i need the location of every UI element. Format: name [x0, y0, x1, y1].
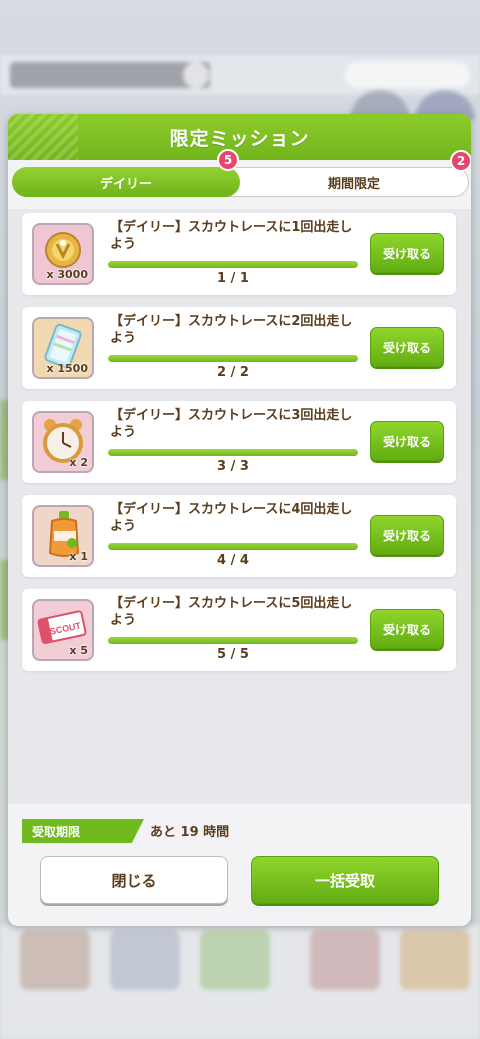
progress-fill	[108, 543, 358, 550]
tab-daily-label: デイリー	[99, 176, 152, 192]
background-tile	[20, 930, 90, 990]
claim-button[interactable]: 受け取る	[370, 421, 444, 461]
mission-progress-bar	[108, 543, 358, 550]
progress-fill	[108, 355, 358, 362]
claim-button[interactable]: 受け取る	[370, 515, 444, 555]
mission-item: x 2 【デイリー】スカウトレースに3回出走しよう 3 / 3 受け取る	[22, 401, 456, 483]
dialog-title: 限定ミッション	[169, 127, 310, 150]
claim-button[interactable]: 受け取る	[370, 609, 444, 649]
mission-list[interactable]: x 3000 【デイリー】スカウトレースに1回出走しよう 1 / 1 受け取る …	[8, 209, 471, 804]
reward-quantity: x 2	[69, 456, 88, 469]
mission-progress-bar	[108, 261, 358, 268]
mission-title: 【デイリー】スカウトレースに4回出走しよう	[110, 502, 353, 534]
background-team-pill	[10, 62, 210, 88]
progress-fill	[108, 637, 358, 644]
mission-title: 【デイリー】スカウトレースに3回出走しよう	[110, 408, 353, 440]
reward-quantity: x 3000	[46, 268, 88, 281]
mission-progress-label: 4 / 4	[217, 553, 249, 568]
mission-item: SCOUT x 5 【デイリー】スカウトレースに5回出走しよう 5 / 5 受け…	[22, 589, 456, 671]
drink-icon: x 1	[32, 505, 94, 567]
background-right-pill	[345, 62, 470, 88]
deadline-label: 受取期限	[22, 819, 144, 843]
mission-item: x 1 【デイリー】スカウトレースに4回出走しよう 4 / 4 受け取る	[22, 495, 456, 577]
progress-fill	[108, 449, 358, 456]
claim-button[interactable]: 受け取る	[370, 327, 444, 367]
mission-progress-bar	[108, 637, 358, 644]
dialog-header: 限定ミッション	[8, 114, 471, 160]
ticket-icon: x 1500	[32, 317, 94, 379]
reward-quantity: x 5	[69, 644, 88, 657]
scout-ticket-icon: SCOUT x 5	[32, 599, 94, 661]
mission-progress-bar	[108, 355, 358, 362]
mission-progress-label: 1 / 1	[217, 271, 249, 286]
deadline-value: あと 19 時間	[150, 825, 230, 840]
background-circle	[183, 62, 209, 88]
limited-mission-dialog: 限定ミッション デイリー 5 期間限定 2 x 3000 【デイリー】スカウトレ…	[8, 114, 471, 926]
background-tile	[200, 930, 270, 990]
coin-icon: x 3000	[32, 223, 94, 285]
mission-item: x 1500 【デイリー】スカウトレースに2回出走しよう 2 / 2 受け取る	[22, 307, 456, 389]
reward-quantity: x 1	[69, 550, 88, 563]
mission-progress-label: 5 / 5	[217, 647, 249, 662]
mission-progress-bar	[108, 449, 358, 456]
claim-all-button[interactable]: 一括受取	[251, 856, 439, 904]
mission-tabs: デイリー 5 期間限定 2	[12, 149, 471, 197]
tab-limited-badge: 2	[450, 150, 471, 172]
mission-progress-label: 2 / 2	[217, 365, 249, 380]
tab-limited-label: 期間限定	[327, 176, 380, 192]
mission-title: 【デイリー】スカウトレースに1回出走しよう	[110, 220, 353, 252]
tab-daily[interactable]: デイリー 5	[12, 149, 240, 197]
background-tile	[110, 930, 180, 990]
mission-progress-label: 3 / 3	[217, 459, 249, 474]
mission-title: 【デイリー】スカウトレースに5回出走しよう	[110, 596, 353, 628]
progress-fill	[108, 261, 358, 268]
reward-quantity: x 1500	[46, 362, 88, 375]
tab-daily-badge: 5	[217, 149, 239, 171]
tab-limited[interactable]: 期間限定 2	[240, 150, 471, 196]
background-tile	[310, 930, 380, 990]
background-tile	[400, 930, 470, 990]
claim-button[interactable]: 受け取る	[370, 233, 444, 273]
close-button[interactable]: 閉じる	[40, 856, 228, 904]
alarm-clock-icon: x 2	[32, 411, 94, 473]
mission-item: x 3000 【デイリー】スカウトレースに1回出走しよう 1 / 1 受け取る	[22, 213, 456, 295]
mission-title: 【デイリー】スカウトレースに2回出走しよう	[110, 314, 353, 346]
